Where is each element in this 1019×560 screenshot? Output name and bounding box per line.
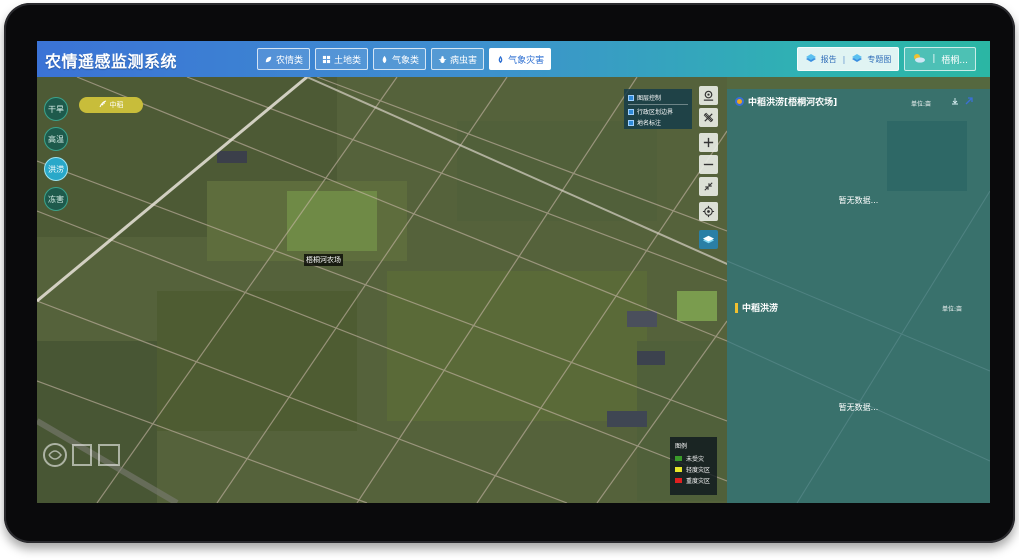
layer-control-panel: 图层控制 行政区划边界 地名标注 [624, 89, 692, 129]
legend-item: 重度灾区 [675, 475, 712, 486]
minus-icon [703, 163, 714, 166]
user-menu[interactable]: | 梧桐... [904, 47, 976, 71]
leaf-icon [264, 55, 273, 64]
layer-control-toggle[interactable]: 图层控制 [628, 92, 688, 103]
tab-pest[interactable]: 病虫害 [431, 48, 485, 70]
title-marker [735, 302, 738, 313]
layer-item-boundary[interactable]: 行政区划边界 [628, 106, 688, 117]
layers-icon [702, 235, 715, 244]
layer-control-title: 图层控制 [637, 95, 662, 102]
empty-data-text-top: 暂无数据... [838, 196, 879, 205]
device-frame: 农情遥感监测系统 农情类 土地类 气象类 病虫害 气象灾害 报告 | 专题图 |… [4, 3, 1015, 543]
fullscreen-button[interactable] [699, 177, 718, 196]
download-icon[interactable] [951, 97, 959, 105]
map-toolbar [699, 86, 718, 249]
panel-controls [951, 97, 973, 105]
disaster-flood-button[interactable]: 洪涝 [44, 157, 68, 181]
top-header: 农情遥感监测系统 农情类 土地类 气象类 病虫害 气象灾害 报告 | 专题图 |… [37, 41, 990, 77]
map-legend: 图例 未受灾 轻度灾区 重度灾区 [670, 437, 717, 495]
checkbox[interactable] [628, 119, 634, 126]
farm-place-label: 梧桐河农场 [304, 254, 343, 266]
crop-label: 中稻 [109, 101, 124, 109]
main-nav: 农情类 土地类 气象类 病虫害 气象灾害 [257, 48, 552, 70]
rice-icon [99, 100, 107, 110]
disaster-drought-button[interactable]: 干旱 [44, 97, 68, 121]
tab-meteo-disaster[interactable]: 气象灾害 [489, 48, 552, 70]
disaster-type-list: 干旱 高温 洪涝 冻害 [44, 97, 68, 211]
tab-label: 土地类 [334, 55, 362, 66]
alert-drop-icon [496, 55, 505, 64]
legend-label: 轻度灾区 [686, 467, 711, 474]
tab-label: 病虫害 [450, 55, 478, 66]
legend-swatch [675, 456, 682, 461]
bug-icon [438, 55, 447, 64]
legend-swatch [675, 478, 682, 483]
unit-label-bottom: 单位:亩 [942, 306, 963, 313]
layer-item-label: 行政区划边界 [637, 109, 674, 116]
topic-map-icon [851, 53, 863, 66]
divider: | [932, 54, 936, 64]
tab-agri[interactable]: 农情类 [257, 48, 311, 70]
plus-icon [703, 137, 714, 148]
app-title: 农情遥感监测系统 [45, 52, 178, 71]
zoom-out-button[interactable] [699, 155, 718, 174]
basemap-layers-button[interactable] [699, 230, 718, 249]
map-watermark-logo [43, 443, 120, 467]
panel-title-top: 中稻洪涝[梧桐河农场] [748, 98, 838, 108]
locate-pin-button[interactable] [699, 86, 718, 105]
divider [628, 104, 688, 105]
header-actions: 报告 | 专题图 | 梧桐... [796, 47, 976, 71]
collapse-arrow-icon[interactable] [965, 97, 973, 105]
legend-item: 轻度灾区 [675, 464, 712, 475]
disaster-heat-button[interactable]: 高温 [44, 127, 68, 151]
tab-weather[interactable]: 气象类 [373, 48, 427, 70]
map-pin-icon [703, 90, 714, 101]
legend-title: 图例 [675, 443, 688, 450]
legend-swatch [675, 467, 682, 472]
topic-map-button[interactable]: 专题图 [867, 54, 891, 65]
droplet-icon [380, 55, 389, 64]
checkbox[interactable] [628, 94, 634, 101]
zoom-in-button[interactable] [699, 133, 718, 152]
clear-measure-button[interactable] [699, 108, 718, 127]
grid-icon [322, 55, 331, 64]
app-screen: 农情遥感监测系统 农情类 土地类 气象类 病虫害 气象灾害 报告 | 专题图 |… [37, 41, 990, 503]
layer-item-placenames[interactable]: 地名标注 [628, 117, 688, 128]
checkbox[interactable] [628, 108, 634, 115]
tab-label: 气象灾害 [508, 55, 545, 66]
legend-label: 重度灾区 [686, 478, 711, 485]
report-topic-group: 报告 | 专题图 [796, 47, 900, 71]
report-icon [805, 53, 817, 66]
crosshair-icon [702, 205, 715, 218]
shrink-arrows-icon [704, 182, 713, 191]
divider: | [842, 54, 846, 64]
weather-cloud-icon [912, 53, 926, 66]
panel-title-bottom: 中稻洪涝 [742, 304, 779, 314]
empty-data-text-bottom: 暂无数据... [838, 403, 879, 412]
layer-item-label: 地名标注 [637, 120, 662, 127]
statistics-panel: 中稻洪涝[梧桐河农场] 单位:亩 暂无数据... 中稻洪涝 单位:亩 暂无数据.… [727, 89, 990, 503]
crop-select-chip[interactable]: 中稻 [79, 97, 143, 113]
legend-label: 未受灾 [686, 456, 705, 463]
tab-land[interactable]: 土地类 [315, 48, 369, 70]
my-location-button[interactable] [699, 202, 718, 221]
panel-header-bottom: 中稻洪涝 [735, 301, 778, 314]
tab-label: 气象类 [392, 55, 420, 66]
legend-item: 未受灾 [675, 453, 712, 464]
unit-label-top: 单位:亩 [911, 101, 932, 108]
disaster-frost-button[interactable]: 冻害 [44, 187, 68, 211]
report-button[interactable]: 报告 [821, 54, 837, 65]
tab-label: 农情类 [276, 55, 304, 66]
title-marker-icon [735, 97, 744, 106]
panel-header-top: 中稻洪涝[梧桐河农场] [735, 95, 837, 108]
ruler-cross-icon [703, 112, 714, 123]
user-name: 梧桐... [941, 55, 968, 66]
